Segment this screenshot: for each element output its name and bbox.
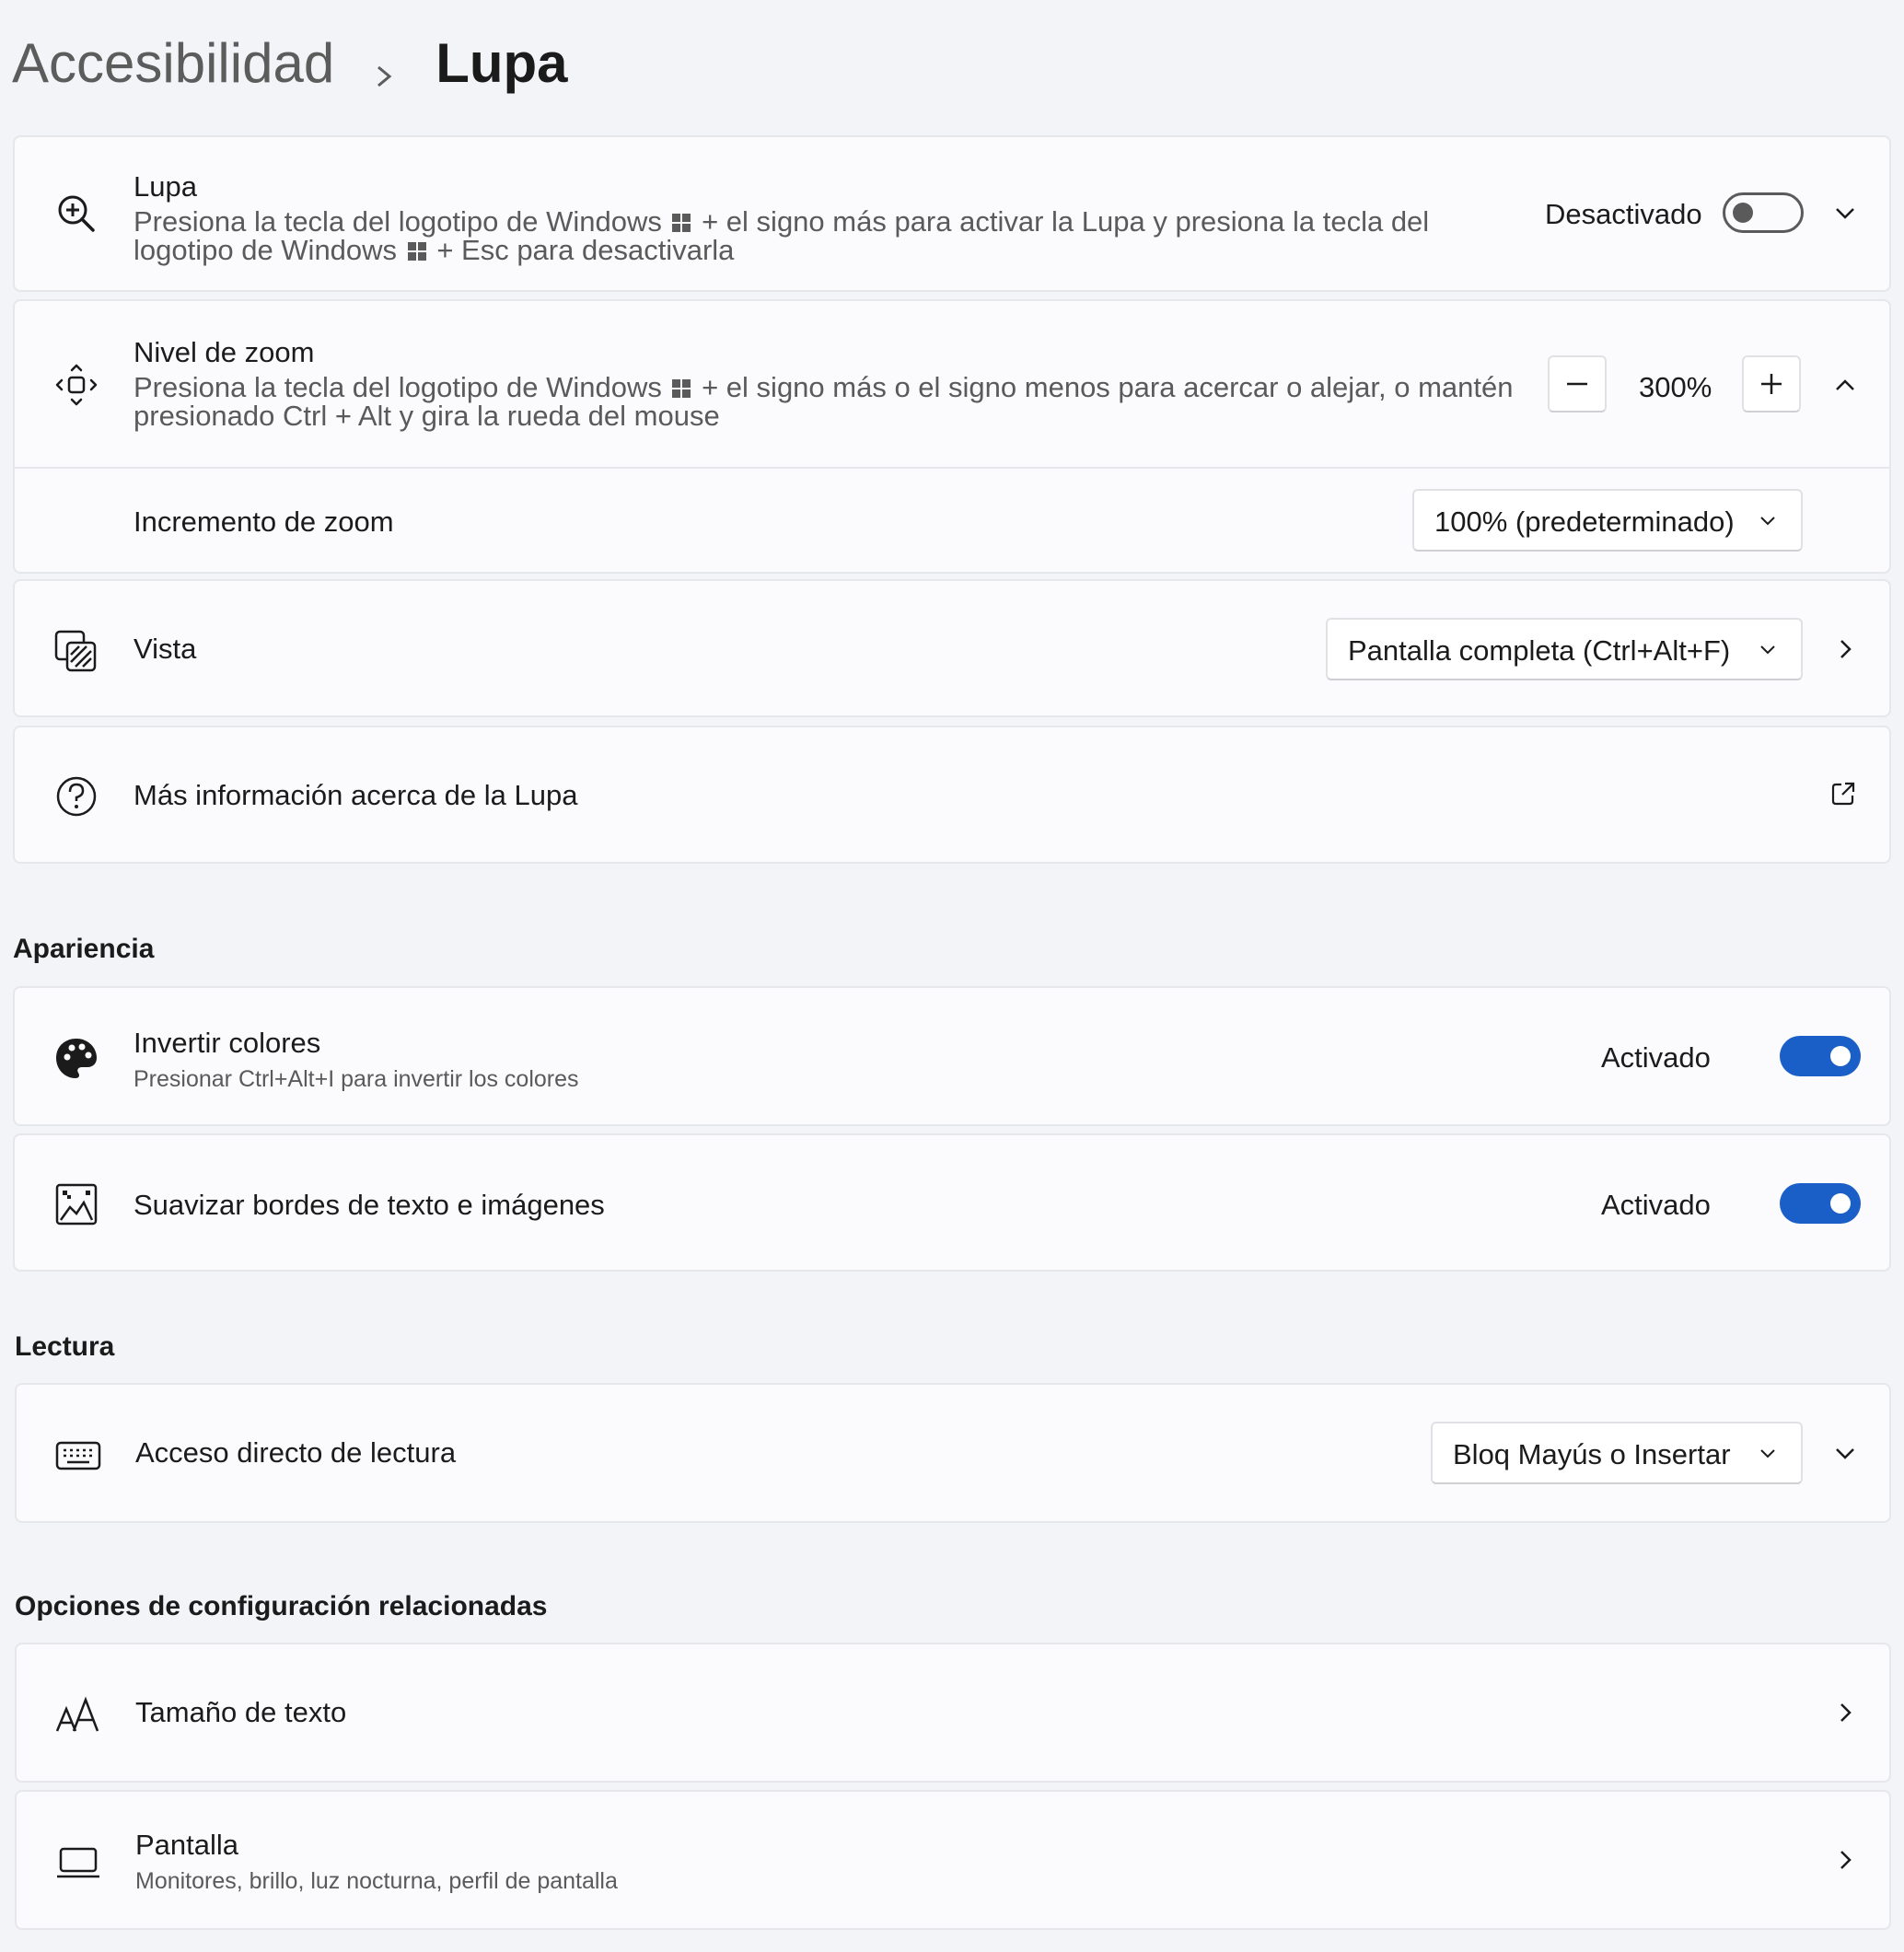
magnifier-desc-text: logotipo de Windows: [134, 234, 398, 266]
chevron-right-icon[interactable]: [1830, 1698, 1860, 1727]
smooth-edges-toggle[interactable]: [1780, 1183, 1861, 1224]
zoom-level-icon: [52, 360, 101, 410]
section-heading-reading: Lectura: [15, 1331, 115, 1362]
magnifier-title: Lupa: [134, 170, 197, 203]
display-icon: [53, 1838, 103, 1888]
smooth-status: Activado: [1601, 1189, 1711, 1221]
view-icon: [52, 627, 101, 677]
invert-title: Invertir colores: [134, 1027, 321, 1059]
view-title: Vista: [134, 633, 197, 665]
zoom-title: Nivel de zoom: [134, 336, 315, 368]
chevron-down-icon: [1755, 1440, 1781, 1466]
page-title: Lupa: [435, 31, 568, 94]
display-description: Monitores, brillo, luz nocturna, perfil …: [135, 1868, 618, 1894]
reading-shortcut-title: Acceso directo de lectura: [135, 1436, 457, 1469]
zoom-value: 300%: [1639, 371, 1712, 403]
magnifier-desc-text: Presiona la tecla del logotipo de Window…: [134, 205, 662, 238]
breadcrumb-parent[interactable]: Accesibilidad: [12, 31, 334, 95]
chevron-down-icon[interactable]: [1830, 198, 1860, 227]
text-size-title: Tamaño de texto: [135, 1696, 347, 1728]
divider: [15, 467, 1889, 469]
reading-shortcut-value: Bloq Mayús o Insertar: [1453, 1438, 1731, 1470]
external-link-icon[interactable]: [1829, 779, 1858, 808]
windows-logo-icon: [671, 378, 691, 399]
chevron-right-icon[interactable]: [1830, 634, 1860, 664]
invert-colors-toggle[interactable]: [1780, 1036, 1861, 1076]
zoom-increment-dropdown[interactable]: 100% (predeterminado): [1412, 489, 1803, 552]
display-card[interactable]: Pantalla Monitores, brillo, luz nocturna…: [15, 1790, 1891, 1930]
smooth-edges-icon: [52, 1179, 101, 1229]
info-card[interactable]: Más información acerca de la Lupa: [13, 726, 1891, 864]
breadcrumb: Accesibilidad Lupa: [12, 26, 568, 99]
chevron-up-icon[interactable]: [1830, 371, 1860, 401]
zoom-out-button[interactable]: [1548, 355, 1607, 412]
display-title: Pantalla: [135, 1829, 239, 1861]
smooth-title: Suavizar bordes de texto e imágenes: [134, 1189, 605, 1221]
zoom-desc-text: Presiona la tecla del logotipo de Window…: [134, 371, 662, 403]
smooth-edges-card: Suavizar bordes de texto e imágenes Acti…: [13, 1133, 1891, 1272]
text-size-card[interactable]: Tamaño de texto: [15, 1643, 1891, 1783]
breadcrumb-chevron-icon: [366, 44, 402, 87]
zoom-in-icon: [52, 189, 101, 238]
magnifier-desc-text: + Esc para desactivarla: [436, 234, 735, 266]
zoom-desc-text: + el signo más o el signo menos para ace…: [702, 371, 1514, 403]
chevron-down-icon[interactable]: [1830, 1438, 1860, 1468]
reading-shortcut-card: Acceso directo de lectura Bloq Mayús o I…: [15, 1383, 1891, 1523]
zoom-increment-value: 100% (predeterminado): [1434, 505, 1735, 538]
zoom-increment-label: Incremento de zoom: [134, 505, 394, 538]
invert-colors-card: Invertir colores Presionar Ctrl+Alt+I pa…: [13, 986, 1891, 1126]
magnifier-status: Desactivado: [1545, 198, 1702, 230]
windows-logo-icon: [407, 241, 427, 261]
zoom-in-button[interactable]: [1742, 355, 1801, 412]
keyboard-icon: [53, 1431, 103, 1481]
text-size-icon: [53, 1691, 103, 1740]
magnifier-card: Lupa Presiona la tecla del logotipo de W…: [13, 135, 1891, 292]
zoom-description: Presiona la tecla del logotipo de Window…: [134, 373, 1514, 430]
view-dropdown[interactable]: Pantalla completa (Ctrl+Alt+F): [1326, 618, 1803, 680]
view-value: Pantalla completa (Ctrl+Alt+F): [1348, 634, 1731, 667]
minus-icon: [1567, 382, 1587, 386]
zoom-desc-text: presionado Ctrl + Alt y gira la rueda de…: [134, 400, 720, 432]
magnifier-desc-text: + el signo más para activar la Lupa y pr…: [702, 205, 1430, 238]
magnifier-description: Presiona la tecla del logotipo de Window…: [134, 207, 1429, 264]
magnifier-toggle[interactable]: [1723, 192, 1804, 233]
invert-status: Activado: [1601, 1041, 1711, 1074]
info-link[interactable]: Más información acerca de la Lupa: [134, 779, 577, 812]
palette-icon: [52, 1034, 101, 1084]
invert-description: Presionar Ctrl+Alt+I para invertir los c…: [134, 1066, 579, 1092]
section-heading-appearance: Apariencia: [13, 934, 155, 964]
chevron-down-icon: [1755, 507, 1781, 533]
reading-shortcut-dropdown[interactable]: Bloq Mayús o Insertar: [1431, 1422, 1803, 1484]
help-icon: [52, 772, 101, 821]
chevron-down-icon: [1755, 636, 1781, 662]
plus-icon: [1761, 374, 1782, 394]
view-card[interactable]: Vista Pantalla completa (Ctrl+Alt+F): [13, 579, 1891, 717]
zoom-card: Nivel de zoom Presiona la tecla del logo…: [13, 299, 1891, 574]
chevron-right-icon[interactable]: [1830, 1845, 1860, 1875]
windows-logo-icon: [671, 213, 691, 233]
section-heading-related: Opciones de configuración relacionadas: [15, 1591, 548, 1621]
